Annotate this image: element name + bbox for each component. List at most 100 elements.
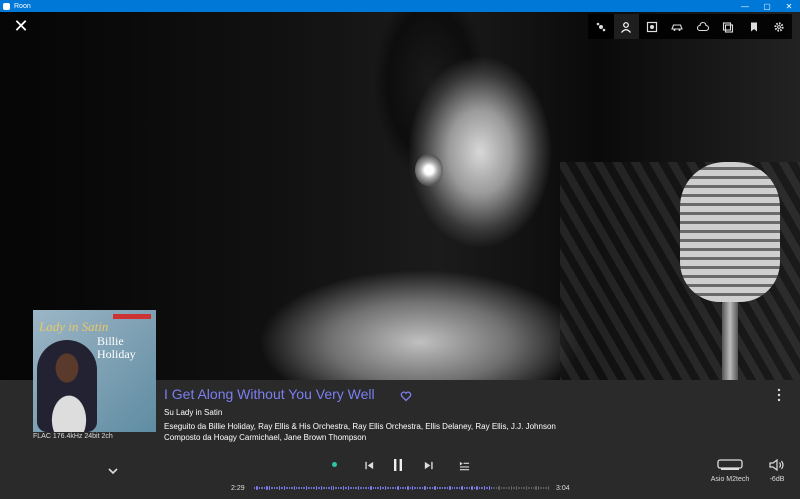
seek-bar-segment [315, 486, 318, 490]
seek-bar-segment [473, 486, 476, 490]
roon-app-icon [3, 2, 10, 10]
pause-button[interactable] [390, 457, 406, 473]
elapsed-time: 2:29 [231, 485, 245, 492]
seek-bar-segment [399, 487, 402, 489]
seek-bar-segment [293, 486, 295, 490]
cloud-icon [696, 21, 709, 31]
previous-button[interactable] [361, 457, 377, 473]
microphone-image [680, 162, 780, 302]
album-line[interactable]: Su Lady in Satin [164, 408, 222, 417]
artist-button[interactable] [613, 14, 639, 39]
minimize-button[interactable]: — [734, 0, 756, 12]
more-options-button[interactable] [776, 388, 782, 405]
seek-bar-segment [426, 487, 429, 489]
seek-bar-segment [421, 486, 424, 490]
seek-bar-segment [318, 486, 320, 490]
seek-bar-segment [355, 486, 357, 490]
speaker-device-icon [717, 459, 743, 470]
seek-bar-segment [416, 486, 419, 490]
next-button[interactable] [420, 457, 436, 473]
seek-bar-segment [545, 487, 547, 489]
seek-bar-segment [407, 486, 409, 490]
settings-button[interactable] [767, 14, 793, 39]
seek-bar-segment [540, 486, 542, 490]
seek-bar-segment [352, 486, 355, 490]
album-cover[interactable]: Lady in Satin Billie Holiday [33, 310, 156, 432]
seek-bar-segment [537, 486, 540, 490]
radio-button[interactable] [588, 14, 614, 39]
seek-bar-segment [362, 487, 365, 489]
seek-bar-segment [471, 486, 473, 490]
seek-bar-segment [424, 486, 426, 490]
gear-icon [774, 21, 784, 32]
seek-bar-segment [532, 487, 535, 489]
seek-bar-segment [478, 486, 481, 490]
seek-bar-segment [300, 486, 303, 490]
more-vertical-icon [777, 388, 781, 402]
seek-bar-segment [456, 486, 458, 490]
performers-line[interactable]: Eseguito da Billie Holiday, Ray Ellis & … [164, 422, 556, 431]
seek-bar-segment [330, 486, 332, 490]
zone-selector-button[interactable]: Asio M2tech [711, 459, 749, 483]
close-window-button[interactable]: ✕ [778, 0, 800, 12]
seek-bar-segment [283, 486, 286, 490]
car-icon [671, 23, 684, 31]
seek-bar-segment [503, 486, 505, 490]
seek-bar-segment [412, 486, 414, 490]
seek-bar-segment [308, 486, 310, 490]
seek-bar-segment [446, 486, 449, 490]
queue-icon [723, 21, 734, 33]
seek-bar-segment [387, 486, 389, 490]
seek-bar-segment [505, 487, 508, 489]
volume-level: -6dB [769, 476, 785, 483]
volume-icon [769, 459, 784, 471]
seek-bar-segment [461, 486, 463, 490]
album-icon [646, 21, 657, 32]
seek-bar-segment [394, 486, 397, 490]
album-button[interactable] [639, 14, 665, 39]
heart-icon [400, 391, 412, 402]
seek-bar-segment [409, 486, 411, 490]
seek-bar-segment [542, 486, 545, 490]
seek-bar[interactable] [254, 486, 550, 490]
maximize-button[interactable]: ▢ [756, 0, 778, 12]
seek-bar-segment [273, 487, 276, 489]
volume-button[interactable]: -6dB [766, 459, 788, 483]
seek-bar-segment [389, 487, 392, 489]
composers-line[interactable]: Composto da Hoagy Carmichael, Jane Brown… [164, 433, 366, 442]
seek-bar-segment [298, 487, 300, 489]
cloud-button[interactable] [690, 14, 716, 39]
top-toolbar [588, 14, 792, 39]
queue-button[interactable] [716, 14, 742, 39]
chevron-down-icon [108, 468, 118, 475]
seek-bar-segment [288, 486, 291, 490]
seek-bar-segment [382, 486, 384, 490]
seek-bar-segment [510, 486, 513, 490]
earring-image [415, 154, 443, 186]
total-time: 3:04 [556, 485, 570, 492]
queue-options-button[interactable] [456, 457, 472, 473]
seek-bar-segment [266, 486, 268, 490]
seek-bar-segment [337, 487, 340, 489]
seek-bar-segment [328, 486, 330, 490]
seek-bar-segment [483, 486, 486, 490]
seek-bar-segment [374, 486, 377, 490]
favorite-button[interactable] [400, 389, 412, 402]
bookmark-button[interactable] [741, 14, 767, 39]
album-cover-portrait [37, 340, 97, 432]
seek-bar-segment [350, 487, 352, 489]
expand-button[interactable] [108, 466, 118, 477]
seek-bar-segment [335, 486, 337, 490]
track-title[interactable]: I Get Along Without You Very Well [164, 386, 375, 402]
close-now-playing-button[interactable]: ✕ [11, 16, 31, 36]
seek-bar-segment [486, 486, 488, 490]
album-cover-title: Lady in Satin [39, 319, 109, 334]
car-button[interactable] [665, 14, 691, 39]
seek-bar-segment [271, 486, 273, 490]
skip-next-icon [424, 461, 433, 469]
seek-bar-segment [491, 487, 493, 489]
seek-bar-segment [367, 486, 370, 490]
seek-bar-segment [439, 486, 441, 490]
audio-format: FLAC 176.4kHz 24bit 2ch [33, 433, 113, 440]
seek-bar-segment [523, 487, 525, 489]
